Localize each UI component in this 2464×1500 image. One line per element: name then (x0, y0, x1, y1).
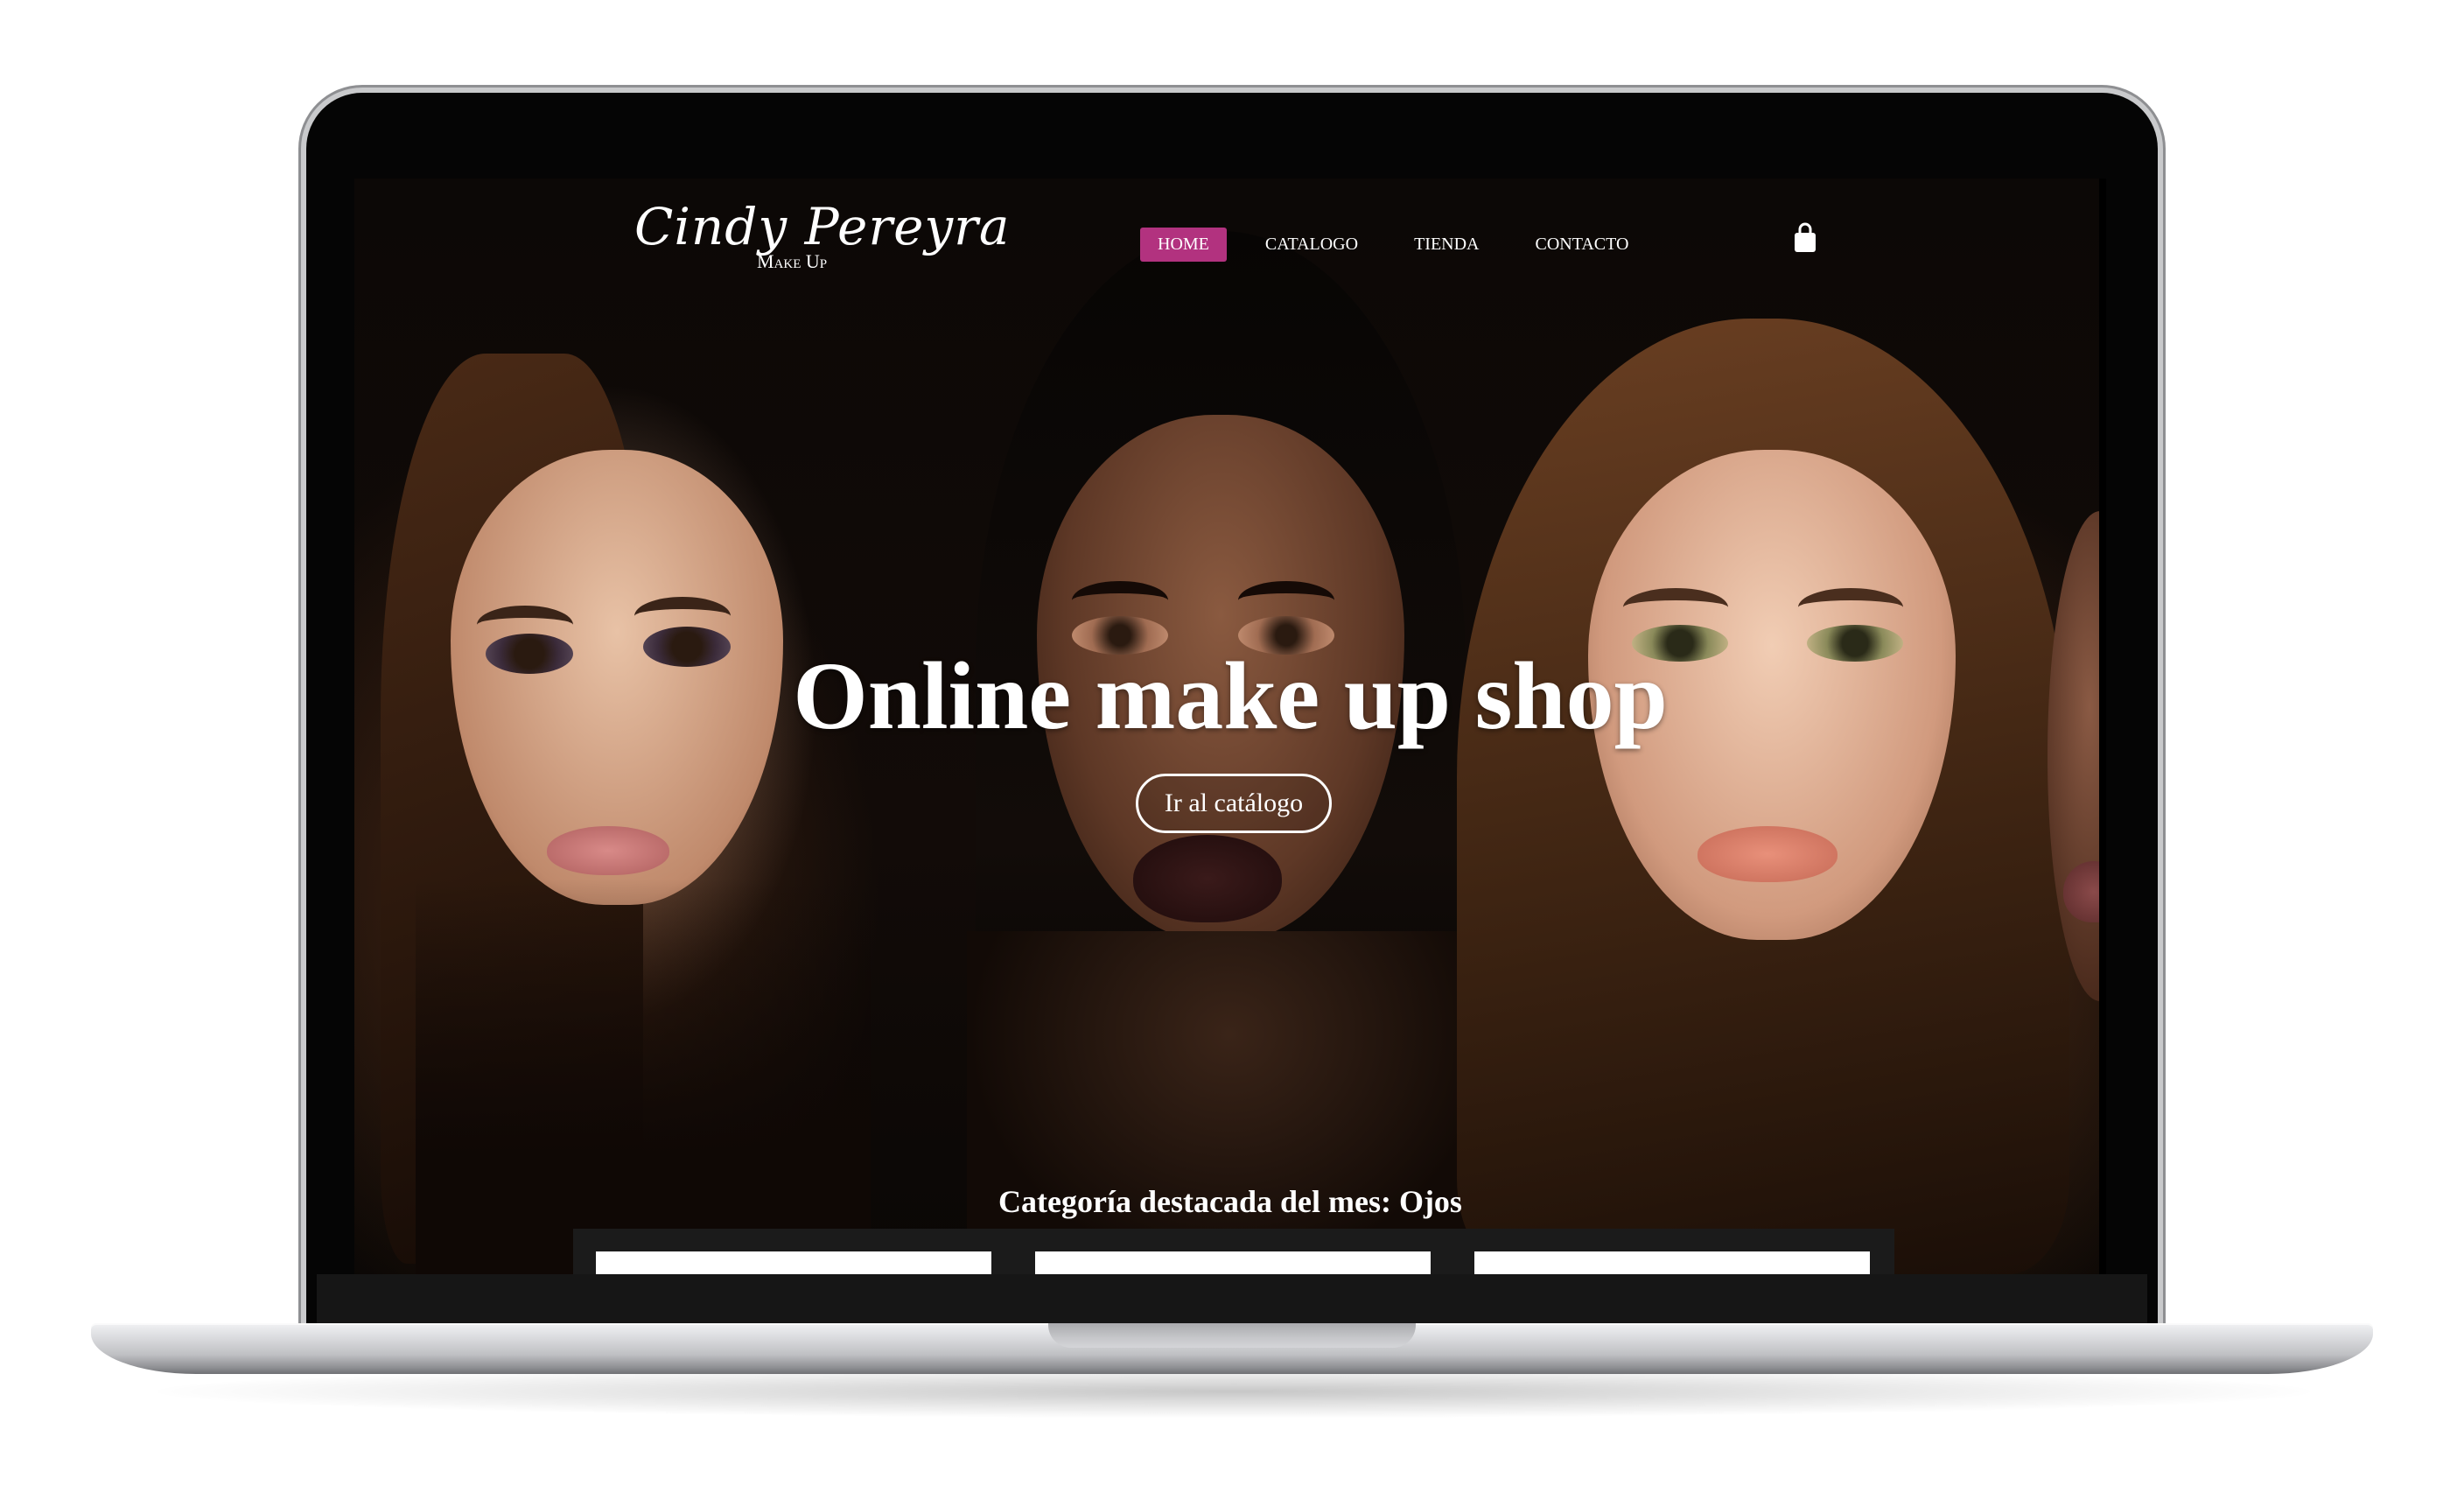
brand-tagline: Make Up (757, 250, 828, 272)
model-portrait-right (1457, 284, 2069, 1274)
hero-title: Online make up shop (793, 642, 1668, 749)
nav-item-home[interactable]: HOME (1140, 228, 1227, 262)
featured-category-heading: Categoría destacada del mes: Ojos (998, 1184, 1462, 1219)
featured-card-3[interactable] (1474, 1251, 1870, 1274)
catalog-cta-button[interactable]: Ir al catálogo (1136, 774, 1332, 833)
featured-card-2[interactable] (1035, 1251, 1431, 1274)
model-portrait-center (897, 231, 1527, 1274)
nav-item-contacto[interactable]: CONTACTO (1518, 228, 1647, 262)
brand-name: Cindy Pereyra (634, 197, 1011, 256)
website-screen: Cindy Pereyra Make Up HOME CATALOGO TIEN… (354, 179, 2106, 1274)
screen-edge (2099, 179, 2106, 1274)
shopping-bag-icon[interactable] (1793, 222, 1817, 254)
brand-logo[interactable]: Cindy Pereyra Make Up (634, 196, 1011, 272)
laptop-notch (1048, 1323, 1416, 1348)
featured-card-1[interactable] (596, 1251, 991, 1274)
nav-item-tienda[interactable]: TIENDA (1396, 228, 1496, 262)
main-nav: HOME CATALOGO TIENDA CONTACTO (1140, 228, 1667, 262)
model-portrait-left (381, 319, 871, 1274)
nav-item-catalogo[interactable]: CATALOGO (1248, 228, 1376, 262)
